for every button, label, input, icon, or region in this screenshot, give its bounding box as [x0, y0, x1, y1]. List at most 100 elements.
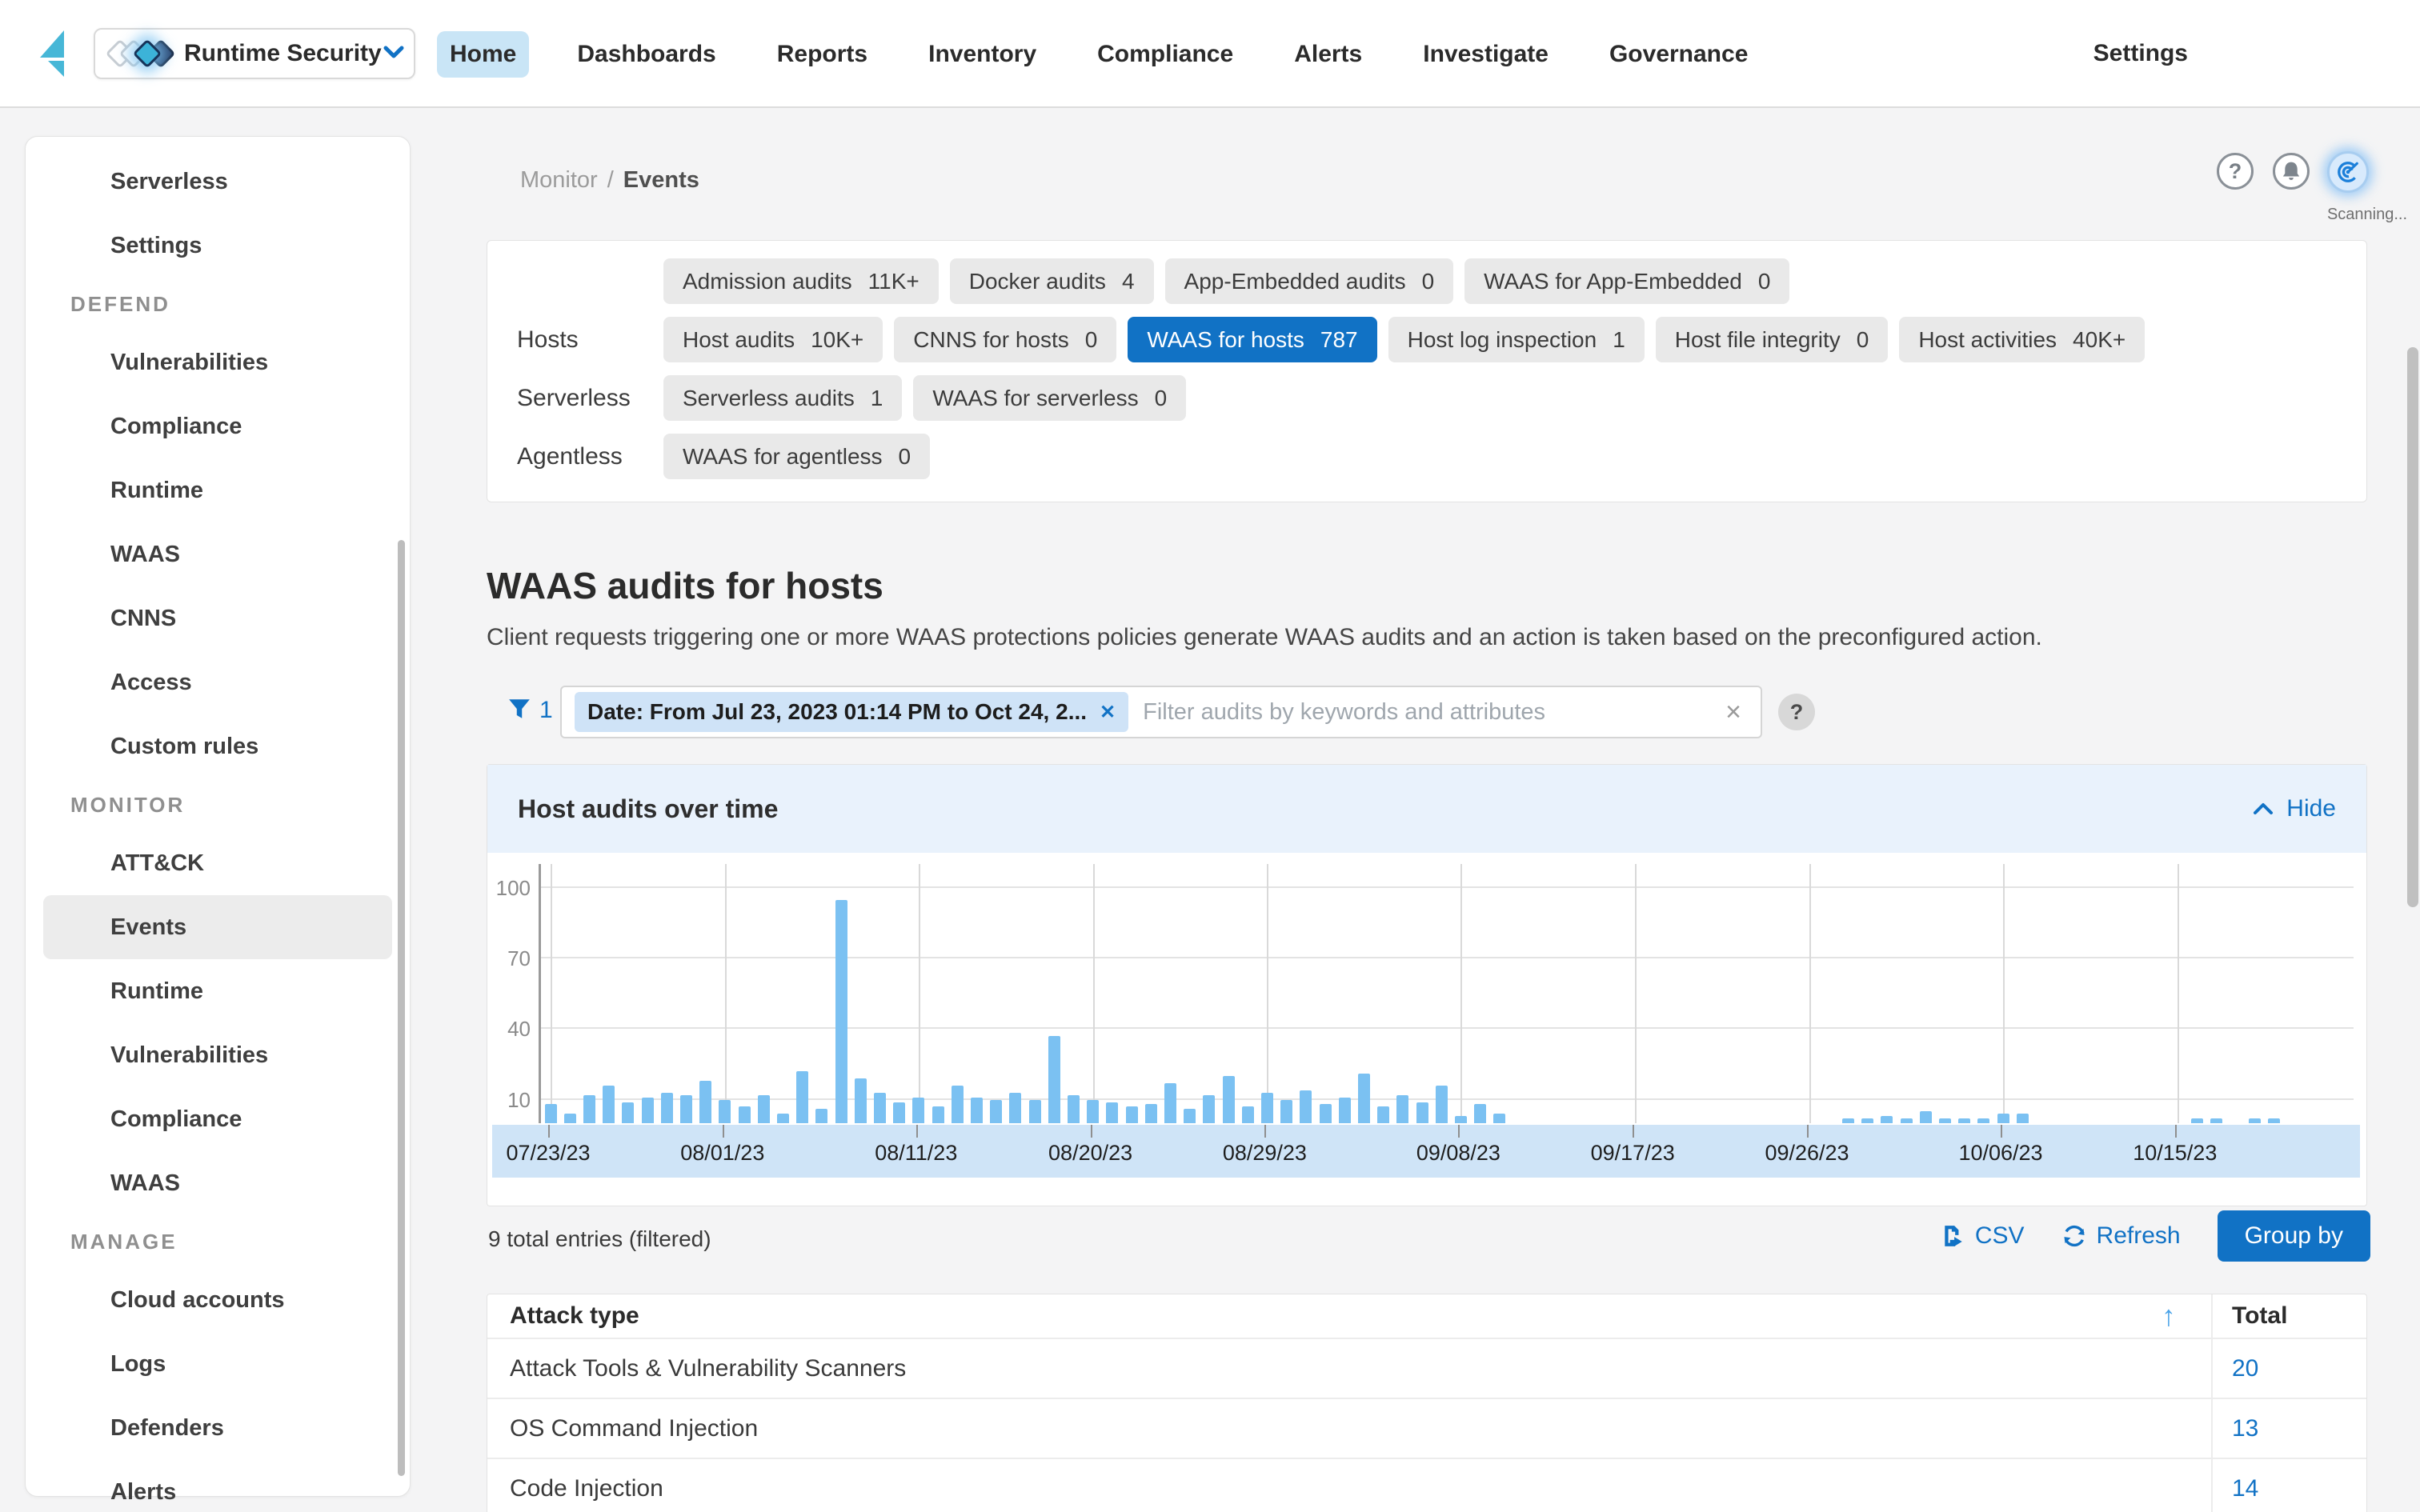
audit-count-bar[interactable] — [738, 1106, 751, 1123]
sidebar-item-att-ck[interactable]: ATT&CK — [43, 831, 392, 895]
csv-export-button[interactable]: CSV — [1941, 1222, 2025, 1250]
nav-compliance[interactable]: Compliance — [1084, 31, 1246, 78]
audit-count-bar[interactable] — [1184, 1109, 1196, 1123]
chip-host-log-inspection[interactable]: Host log inspection 1 — [1388, 317, 1645, 362]
audit-count-bar[interactable] — [2249, 1118, 2262, 1123]
help-button[interactable]: ? — [2217, 153, 2254, 190]
audit-count-bar[interactable] — [1919, 1111, 1932, 1123]
audit-count-bar[interactable] — [1203, 1094, 1216, 1123]
nav-inventory[interactable]: Inventory — [916, 31, 1049, 78]
audit-count-bar[interactable] — [815, 1109, 828, 1123]
group-by-button[interactable]: Group by — [2217, 1210, 2370, 1262]
filter-funnel-icon[interactable] — [507, 697, 531, 725]
sidebar-item-custom-rules[interactable]: Custom rules — [43, 714, 392, 778]
chip-waas-for-hosts[interactable]: WAAS for hosts 787 — [1128, 317, 1377, 362]
sidebar-item-compliance[interactable]: Compliance — [43, 1087, 392, 1151]
audit-count-bar[interactable] — [1338, 1097, 1351, 1123]
hide-chart-button[interactable]: Hide — [2253, 795, 2336, 822]
breadcrumb-monitor[interactable]: Monitor — [520, 167, 598, 194]
audit-count-bar[interactable] — [1222, 1076, 1235, 1123]
scanning-status-button[interactable] — [2327, 151, 2369, 193]
chip-waas-for-serverless[interactable]: WAAS for serverless 0 — [913, 375, 1187, 421]
chart-time-brush[interactable]: 07/23/23 08/01/23 08/11/23 08/20/23 08/29/23… — [492, 1125, 2360, 1178]
nav-investigate[interactable]: Investigate — [1410, 31, 1561, 78]
audit-count-bar[interactable] — [1416, 1102, 1428, 1123]
audit-count-bar[interactable] — [544, 1104, 557, 1123]
audit-count-bar[interactable] — [1280, 1099, 1293, 1123]
audit-count-bar[interactable] — [990, 1099, 1003, 1123]
chip-host-audits[interactable]: Host audits 10K+ — [663, 317, 883, 362]
audit-count-bar[interactable] — [796, 1071, 809, 1123]
sidebar-item-settings[interactable]: Settings — [43, 214, 392, 278]
sidebar-item-vulnerabilities[interactable]: Vulnerabilities — [43, 330, 392, 394]
alerts-bell-button[interactable] — [2273, 153, 2310, 190]
audit-count-bar[interactable] — [2190, 1118, 2203, 1123]
audit-count-bar[interactable] — [1958, 1118, 1971, 1123]
audit-count-bar[interactable] — [854, 1078, 867, 1123]
remove-date-filter-icon[interactable]: ✕ — [1100, 701, 1116, 724]
audit-count-bar[interactable] — [1028, 1099, 1041, 1123]
audit-count-bar[interactable] — [1841, 1118, 1854, 1123]
audit-count-bar[interactable] — [1067, 1094, 1080, 1123]
audit-count-bar[interactable] — [757, 1094, 770, 1123]
audit-count-bar[interactable] — [893, 1102, 906, 1123]
sidebar-item-cnns[interactable]: CNNS — [43, 586, 392, 650]
audit-count-bar[interactable] — [679, 1094, 692, 1123]
table-row[interactable]: Code Injection 14 — [487, 1459, 2366, 1512]
audit-count-bar[interactable] — [1087, 1099, 1100, 1123]
date-filter-chip[interactable]: Date: From Jul 23, 2023 01:14 PM to Oct … — [575, 692, 1129, 732]
audit-count-bar[interactable] — [1009, 1092, 1022, 1123]
audit-count-bar[interactable] — [1048, 1036, 1060, 1123]
audit-count-bar[interactable] — [873, 1092, 886, 1123]
filter-help-button[interactable]: ? — [1778, 694, 1815, 730]
audit-count-bar[interactable] — [719, 1099, 731, 1123]
sidebar-item-vulnerabilities[interactable]: Vulnerabilities — [43, 1023, 392, 1087]
sidebar-item-waas[interactable]: WAAS — [43, 1151, 392, 1215]
audit-count-bar[interactable] — [1106, 1102, 1119, 1123]
total-column-header[interactable]: Total — [2211, 1294, 2366, 1338]
nav-governance[interactable]: Governance — [1597, 31, 1761, 78]
nav-alerts[interactable]: Alerts — [1281, 31, 1375, 78]
nav-dashboards[interactable]: Dashboards — [564, 31, 728, 78]
sort-ascending-icon[interactable]: ↑ — [2162, 1299, 2176, 1333]
audit-count-bar[interactable] — [1300, 1090, 1312, 1123]
audit-count-bar[interactable] — [835, 899, 847, 1123]
chip-host-file-integrity[interactable]: Host file integrity 0 — [1655, 317, 1889, 362]
audit-count-bar[interactable] — [1125, 1106, 1138, 1123]
product-switcher[interactable]: Runtime Security — [94, 28, 415, 79]
chip-docker-audits[interactable]: Docker audits 4 — [949, 258, 1154, 304]
sidebar-item-access[interactable]: Access — [43, 650, 392, 714]
attack-type-column-header[interactable]: Attack type ↑ — [487, 1294, 2211, 1338]
audit-count-bar[interactable] — [1977, 1118, 1990, 1123]
audit-count-bar[interactable] — [1377, 1106, 1390, 1123]
filter-input[interactable]: Date: From Jul 23, 2023 01:14 PM to Oct … — [560, 686, 1762, 738]
audit-count-bar[interactable] — [2210, 1118, 2222, 1123]
audit-count-bar[interactable] — [583, 1094, 595, 1123]
audit-count-bar[interactable] — [951, 1085, 964, 1123]
nav-home[interactable]: Home — [437, 30, 530, 78]
settings-link[interactable]: Settings — [2093, 40, 2188, 67]
sidebar-item-runtime[interactable]: Runtime — [43, 458, 392, 522]
audit-count-bar[interactable] — [2016, 1114, 2029, 1123]
sidebar-item-logs[interactable]: Logs — [43, 1332, 392, 1396]
chip-waas-for-app-embedded[interactable]: WAAS for App-Embedded 0 — [1464, 258, 1790, 304]
sidebar-item-events[interactable]: Events — [43, 895, 392, 959]
table-row[interactable]: Attack Tools & Vulnerability Scanners 20 — [487, 1339, 2366, 1399]
audit-count-bar[interactable] — [603, 1085, 615, 1123]
audit-count-bar[interactable] — [1997, 1114, 2009, 1123]
sidebar-item-alerts[interactable]: Alerts — [43, 1460, 392, 1512]
sidebar-item-waas[interactable]: WAAS — [43, 522, 392, 586]
audit-count-bar[interactable] — [2268, 1118, 2281, 1123]
audit-count-bar[interactable] — [699, 1081, 712, 1123]
audit-count-bar[interactable] — [1144, 1104, 1157, 1123]
audit-count-bar[interactable] — [932, 1106, 944, 1123]
audit-count-bar[interactable] — [912, 1097, 925, 1123]
refresh-button[interactable]: Refresh — [2061, 1222, 2181, 1250]
chip-waas-for-agentless[interactable]: WAAS for agentless 0 — [663, 434, 931, 479]
audit-count-bar[interactable] — [1493, 1114, 1506, 1123]
audit-count-bar[interactable] — [1474, 1104, 1487, 1123]
clear-filter-icon[interactable]: × — [1719, 697, 1748, 728]
audit-count-bar[interactable] — [1241, 1106, 1254, 1123]
audit-count-bar[interactable] — [641, 1097, 654, 1123]
table-row[interactable]: OS Command Injection 13 — [487, 1399, 2366, 1459]
